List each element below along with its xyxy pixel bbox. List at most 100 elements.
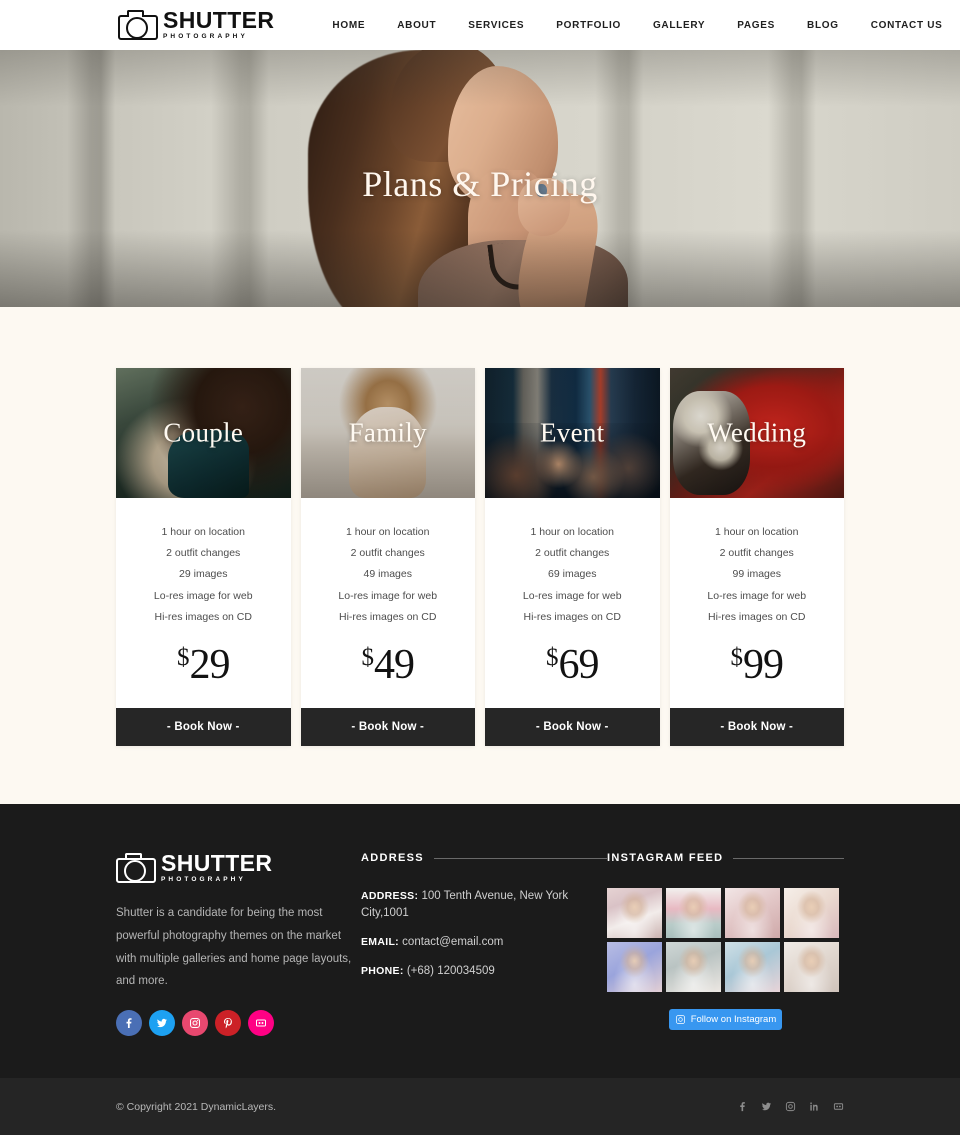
footer-instagram-heading-text: INSTAGRAM FEED: [607, 852, 724, 865]
flickr-icon[interactable]: [833, 1101, 844, 1112]
plan-feature: 1 hour on location: [530, 526, 614, 539]
book-now-button[interactable]: - Book Now -: [669, 708, 844, 747]
instagram-thumbnail-grid: [607, 888, 844, 993]
plan-amount: 99: [743, 642, 784, 689]
page-root: SHUTTER PHOTOGRAPHY HOME ABOUT SERVICES …: [0, 0, 960, 1135]
instagram-icon[interactable]: [785, 1101, 796, 1112]
heading-divider: [433, 857, 607, 859]
heading-divider: [733, 857, 844, 859]
footer-bottom-bar: © Copyright 2021 DynamicLayers.: [0, 1078, 960, 1135]
plan-amount: 49: [374, 642, 415, 689]
plan-features: 1 hour on location 2 outfit changes 99 i…: [670, 498, 845, 627]
plan-currency: $: [177, 644, 190, 672]
nav-item-home[interactable]: HOME: [332, 20, 365, 31]
footer-about-column: SHUTTER PHOTOGRAPHY Shutter is a candida…: [116, 852, 361, 1037]
plan-feature: Lo-res image for web: [153, 589, 253, 602]
plan-image-wedding: Wedding: [669, 368, 844, 498]
footer-logo-subtitle: PHOTOGRAPHY: [161, 876, 246, 884]
nav-item-gallery[interactable]: GALLERY: [653, 20, 705, 31]
instagram-thumbnail[interactable]: [725, 888, 780, 939]
phone-value[interactable]: (+68) 120034509: [407, 965, 495, 977]
plan-amount: 29: [189, 642, 231, 689]
email-label: EMAIL:: [361, 935, 399, 948]
pricing-card-event: Event 1 hour on location 2 outfit change…: [485, 368, 660, 747]
flickr-icon[interactable]: [248, 1010, 274, 1037]
plan-currency: $: [361, 644, 375, 672]
pricing-section: Couple 1 hour on location 2 outfit chang…: [0, 307, 960, 805]
plan-price: $99: [670, 627, 845, 708]
plan-feature: Lo-res image for web: [522, 589, 622, 602]
instagram-icon[interactable]: [182, 1010, 208, 1037]
footer-logo-title: SHUTTER: [161, 850, 273, 877]
nav-item-contact-us[interactable]: CONTACT US: [871, 20, 943, 31]
phone-row: PHONE: (+68) 120034509: [361, 963, 607, 979]
book-now-button[interactable]: - Book Now -: [485, 708, 660, 747]
footer-bottom-socials: [737, 1101, 844, 1112]
instagram-thumbnail[interactable]: [784, 942, 839, 993]
plan-title: Event: [540, 417, 605, 448]
plan-currency: $: [546, 644, 559, 672]
email-value[interactable]: contact@email.com: [402, 936, 503, 948]
instagram-thumbnail[interactable]: [666, 888, 721, 939]
plan-feature: 2 outfit changes: [535, 547, 610, 560]
footer-instagram-heading: INSTAGRAM FEED: [607, 852, 844, 864]
site-logo[interactable]: SHUTTER PHOTOGRAPHY: [118, 9, 274, 41]
plan-feature: 2 outfit changes: [166, 547, 241, 560]
plan-price: $29: [116, 627, 291, 708]
pricing-card-couple: Couple 1 hour on location 2 outfit chang…: [116, 368, 291, 747]
nav-item-pages[interactable]: PAGES: [737, 20, 775, 31]
plan-feature: Lo-res image for web: [707, 589, 807, 602]
address-label: ADDRESS:: [361, 890, 419, 903]
address-row: ADDRESS: 100 Tenth Avenue, New York City…: [361, 888, 607, 920]
plan-feature: Hi-res images on CD: [339, 610, 437, 623]
pricing-card-list: Couple 1 hour on location 2 outfit chang…: [116, 368, 845, 747]
pinterest-icon[interactable]: [215, 1010, 241, 1037]
twitter-icon[interactable]: [149, 1010, 175, 1037]
plan-price: $49: [301, 627, 476, 708]
plan-image-family: Family: [300, 368, 475, 498]
plan-feature: Hi-res images on CD: [154, 610, 252, 623]
nav-item-blog[interactable]: BLOG: [807, 20, 839, 31]
page-title: Plans & Pricing: [362, 164, 598, 204]
plan-feature: Lo-res image for web: [338, 589, 438, 602]
footer-address-heading-text: ADDRESS: [361, 852, 424, 865]
instagram-thumbnail[interactable]: [607, 888, 662, 939]
copyright-text: © Copyright 2021 DynamicLayers.: [116, 1100, 277, 1113]
footer-logo[interactable]: SHUTTER PHOTOGRAPHY: [116, 852, 361, 884]
plan-title: Couple: [163, 417, 244, 448]
logo-title: SHUTTER: [163, 7, 275, 34]
hero-banner: Plans & Pricing: [0, 50, 960, 307]
plan-feature: 1 hour on location: [715, 526, 799, 539]
twitter-icon[interactable]: [761, 1101, 772, 1112]
instagram-thumbnail[interactable]: [725, 942, 780, 993]
book-now-button[interactable]: - Book Now -: [300, 708, 475, 747]
footer-about-text: Shutter is a candidate for being the mos…: [116, 906, 352, 988]
plan-price: $69: [485, 627, 660, 708]
instagram-thumbnail[interactable]: [607, 942, 662, 993]
plan-image-event: Event: [485, 368, 660, 498]
footer-address-heading: ADDRESS: [361, 852, 607, 864]
plan-features: 1 hour on location 2 outfit changes 69 i…: [485, 498, 660, 627]
book-now-button[interactable]: - Book Now -: [116, 708, 291, 747]
plan-feature: 1 hour on location: [161, 526, 245, 539]
plan-features: 1 hour on location 2 outfit changes 29 i…: [116, 498, 291, 627]
instagram-thumbnail[interactable]: [784, 888, 839, 939]
nav-item-portfolio[interactable]: PORTFOLIO: [556, 20, 621, 31]
phone-label: PHONE:: [361, 964, 404, 977]
plan-feature: 49 images: [363, 568, 412, 581]
instagram-thumbnail[interactable]: [666, 942, 721, 993]
plan-feature: 99 images: [732, 568, 781, 581]
plan-feature: 2 outfit changes: [719, 547, 794, 560]
site-footer: SHUTTER PHOTOGRAPHY Shutter is a candida…: [0, 804, 960, 1079]
site-header: SHUTTER PHOTOGRAPHY HOME ABOUT SERVICES …: [0, 0, 960, 50]
footer-address-column: ADDRESS ADDRESS: 100 Tenth Avenue, New Y…: [361, 852, 607, 991]
follow-on-instagram-button[interactable]: Follow on Instagram: [669, 1009, 782, 1031]
nav-item-services[interactable]: SERVICES: [468, 20, 524, 31]
facebook-icon[interactable]: [737, 1101, 748, 1112]
linkedin-icon[interactable]: [809, 1101, 820, 1112]
facebook-icon[interactable]: [116, 1010, 142, 1037]
logo-subtitle: PHOTOGRAPHY: [163, 33, 248, 41]
camera-icon: [116, 853, 156, 884]
plan-feature: Hi-res images on CD: [708, 610, 806, 623]
nav-item-about[interactable]: ABOUT: [397, 20, 436, 31]
